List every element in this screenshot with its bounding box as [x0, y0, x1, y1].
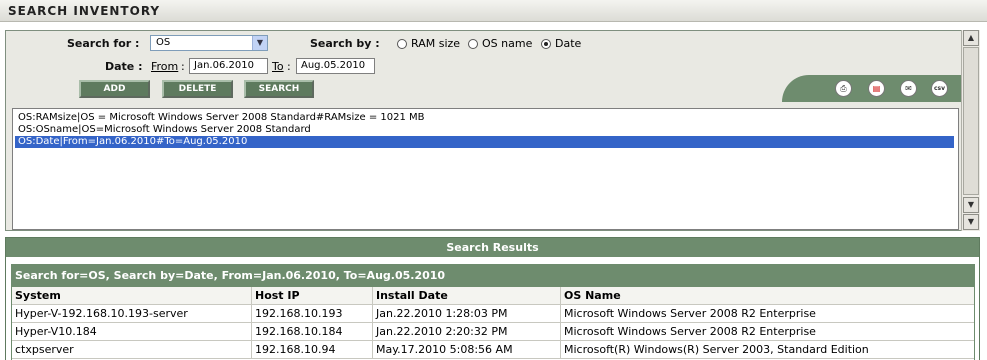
colon-separator: :: [287, 60, 291, 73]
email-icon[interactable]: ✉: [900, 80, 917, 97]
radio-label: RAM size: [411, 37, 461, 50]
scroll-down-icon[interactable]: ▼: [963, 197, 979, 213]
table-cell: Jan.22.2010 2:20:32 PM: [372, 323, 560, 341]
search-for-label: Search for :: [67, 37, 140, 50]
table-cell: Microsoft(R) Windows(R) Server 2003, Sta…: [560, 341, 974, 359]
table-cell: 192.168.10.94: [251, 341, 372, 359]
column-header[interactable]: Install Date: [372, 287, 560, 305]
radio-label: OS name: [482, 37, 533, 50]
table-cell: Jan.22.2010 1:28:03 PM: [372, 305, 560, 323]
column-header[interactable]: Host IP: [251, 287, 372, 305]
search-for-select[interactable]: OS ▼: [150, 35, 268, 51]
panel-scrollbar[interactable]: ▲ ▼ ▼: [961, 30, 980, 231]
radio-icon[interactable]: [397, 38, 407, 49]
title-bar: SEARCH INVENTORY: [0, 0, 987, 22]
column-header[interactable]: OS Name: [560, 287, 974, 305]
scroll-up-icon[interactable]: ▲: [963, 30, 979, 46]
criteria-list[interactable]: OS:RAMsize|OS = Microsoft Windows Server…: [12, 108, 959, 230]
from-date-input[interactable]: Jan.06.2010: [189, 58, 268, 74]
search-for-value: OS: [156, 37, 171, 48]
results-summary: Search for=OS, Search by=Date, From=Jan.…: [12, 265, 974, 287]
pdf-icon[interactable]: ▤: [868, 80, 885, 97]
table-cell: Microsoft Windows Server 2008 R2 Enterpr…: [560, 323, 974, 341]
csv-icon[interactable]: csv: [931, 80, 948, 97]
table-header-row: System Host IP Install Date OS Name: [12, 287, 974, 305]
radio-label: Date: [555, 37, 582, 50]
results-title: Search Results: [6, 238, 979, 257]
print-icon[interactable]: ⎙: [835, 80, 852, 97]
table-row[interactable]: ctxpserver 192.168.10.94 May.17.2010 5:0…: [12, 341, 974, 359]
table-cell: May.17.2010 5:08:56 AM: [372, 341, 560, 359]
radio-selected-icon[interactable]: [541, 38, 551, 49]
radio-icon[interactable]: [468, 38, 478, 49]
radio-os-name[interactable]: OS name: [468, 37, 532, 50]
from-link[interactable]: From: [151, 60, 178, 73]
results-table: Search for=OS, Search by=Date, From=Jan.…: [11, 264, 975, 360]
list-item[interactable]: OS:OSname|OS=Microsoft Windows Server 20…: [15, 124, 954, 136]
to-date-input[interactable]: Aug.05.2010: [296, 58, 375, 74]
date-label: Date :: [105, 60, 143, 73]
scroll-down-icon[interactable]: ▼: [963, 214, 979, 230]
search-button[interactable]: SEARCH: [244, 80, 314, 98]
list-item-selected[interactable]: OS:Date|From=Jan.06.2010#To=Aug.05.2010: [15, 136, 954, 148]
chevron-down-icon[interactable]: ▼: [252, 36, 267, 50]
table-row[interactable]: Hyper-V10.184 192.168.10.184 Jan.22.2010…: [12, 323, 974, 341]
column-header[interactable]: System: [12, 287, 251, 305]
delete-button[interactable]: DELETE: [162, 80, 233, 98]
table-cell: Hyper-V10.184: [15, 325, 97, 338]
radio-ram-size[interactable]: RAM size: [397, 37, 460, 50]
colon-separator: :: [181, 60, 185, 73]
table-row[interactable]: Hyper-V-192.168.10.193-server 192.168.10…: [12, 305, 974, 323]
window-title: SEARCH INVENTORY: [8, 4, 161, 18]
to-link[interactable]: To: [272, 60, 284, 73]
search-by-label: Search by :: [310, 37, 380, 50]
radio-date[interactable]: Date: [541, 37, 581, 50]
table-cell: Hyper-V-192.168.10.193-server: [15, 307, 188, 320]
table-cell: ctxpserver: [15, 343, 74, 356]
add-button[interactable]: ADD: [79, 80, 150, 98]
list-item[interactable]: OS:RAMsize|OS = Microsoft Windows Server…: [15, 112, 954, 124]
scroll-thumb[interactable]: [963, 47, 979, 195]
table-cell: 192.168.10.193: [251, 305, 372, 323]
table-cell: 192.168.10.184: [251, 323, 372, 341]
table-cell: Microsoft Windows Server 2008 R2 Enterpr…: [560, 305, 974, 323]
